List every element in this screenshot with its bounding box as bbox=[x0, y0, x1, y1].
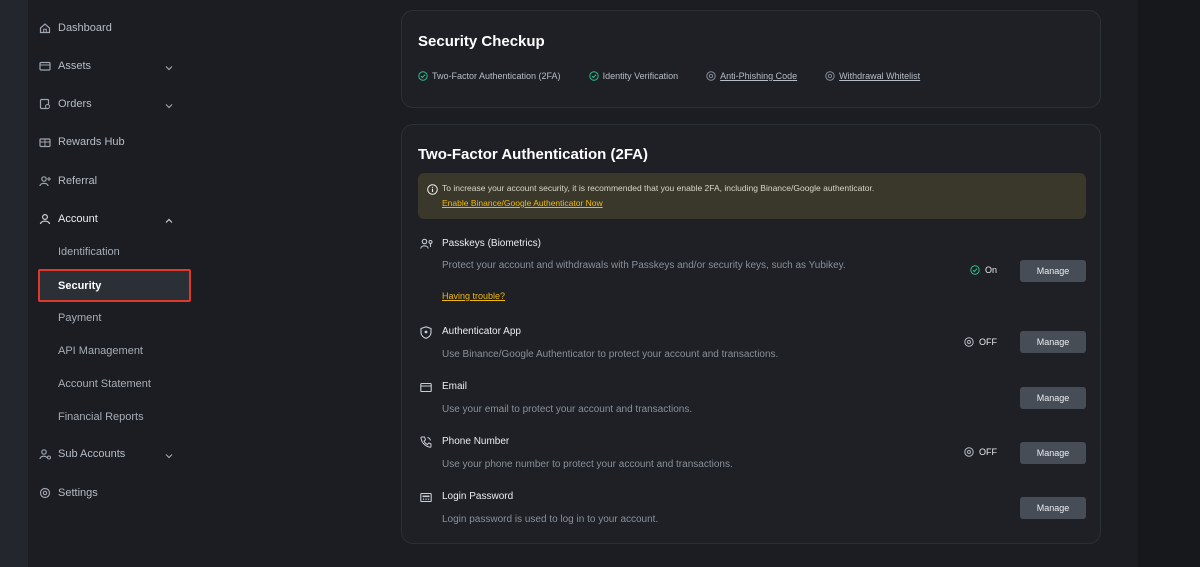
sidebar-subitem-financial-reports[interactable]: Financial Reports bbox=[58, 407, 144, 427]
row-title: Email bbox=[442, 381, 468, 392]
checkup-item-identity: Identity Verification bbox=[588, 71, 679, 81]
manage-email-button[interactable]: Manage bbox=[1020, 387, 1086, 409]
mail-icon bbox=[418, 380, 434, 394]
two-factor-card: Two-Factor Authentication (2FA) To incre… bbox=[401, 124, 1101, 544]
checkup-item-withdrawal-whitelist[interactable]: Withdrawal Whitelist bbox=[825, 71, 920, 81]
checkup-list: Two-Factor Authentication (2FA) Identity… bbox=[418, 71, 948, 81]
row-description: Login password is used to log in to your… bbox=[442, 514, 659, 525]
status-text: On bbox=[985, 265, 998, 275]
row-title: Authenticator App bbox=[442, 326, 521, 337]
off-circle-icon bbox=[964, 447, 974, 457]
checkup-item-anti-phishing[interactable]: Anti-Phishing Code bbox=[706, 71, 797, 81]
login-password-row: Login Password Login password is used to… bbox=[418, 490, 1086, 530]
sidebar-item-label: Account bbox=[58, 213, 98, 225]
sidebar-item-orders[interactable]: Orders bbox=[38, 93, 188, 115]
withdrawal-whitelist-link[interactable]: Withdrawal Whitelist bbox=[839, 71, 920, 81]
row-title: Phone Number bbox=[442, 436, 510, 447]
sidebar-item-label: Dashboard bbox=[58, 22, 112, 34]
sidebar-item-assets[interactable]: Assets bbox=[38, 55, 188, 77]
notice-text: To increase your account security, it is… bbox=[442, 183, 875, 193]
sidebar-item-settings[interactable]: Settings bbox=[38, 482, 188, 504]
two-factor-title: Two-Factor Authentication (2FA) bbox=[418, 146, 648, 163]
settings-icon bbox=[38, 486, 52, 500]
phone-number-row: Phone Number Use your phone number to pr… bbox=[418, 435, 1086, 475]
status-indicator: OFF bbox=[964, 447, 997, 457]
sidebar-item-label: Orders bbox=[58, 98, 92, 110]
row-description: Use Binance/Google Authenticator to prot… bbox=[442, 349, 779, 360]
row-description: Use your phone number to protect your ac… bbox=[442, 459, 733, 470]
orders-icon bbox=[38, 97, 52, 111]
pending-circle-icon bbox=[825, 71, 835, 81]
sidebar-item-label: Referral bbox=[58, 175, 98, 187]
chevron-down-icon[interactable] bbox=[164, 98, 174, 116]
security-checkup-card: Security Checkup Two-Factor Authenticati… bbox=[401, 10, 1101, 108]
email-row: Email Use your email to protect your acc… bbox=[418, 380, 1086, 420]
row-description: Protect your account and withdrawals wit… bbox=[442, 260, 846, 271]
sidebar-item-rewards-hub[interactable]: Rewards Hub bbox=[38, 131, 188, 153]
security-checkup-title: Security Checkup bbox=[418, 33, 545, 50]
chevron-down-icon[interactable] bbox=[164, 60, 174, 78]
sidebar: Dashboard Assets Orders Rewards Hub Refe… bbox=[28, 0, 198, 567]
authenticator-app-row: Authenticator App Use Binance/Google Aut… bbox=[418, 325, 1086, 365]
user-icon bbox=[38, 212, 52, 226]
info-icon bbox=[427, 182, 438, 200]
anti-phishing-code-link[interactable]: Anti-Phishing Code bbox=[720, 71, 797, 81]
sidebar-subitem-api-management[interactable]: API Management bbox=[58, 341, 143, 361]
off-circle-icon bbox=[964, 337, 974, 347]
sidebar-subitem-security[interactable]: Security bbox=[38, 269, 191, 302]
right-edge-strip bbox=[1138, 0, 1200, 567]
passkeys-row: Passkeys (Biometrics) Protect your accou… bbox=[418, 237, 1086, 307]
referral-icon bbox=[38, 174, 52, 188]
row-description: Use your email to protect your account a… bbox=[442, 404, 693, 415]
sidebar-item-referral[interactable]: Referral bbox=[38, 170, 188, 192]
shield-icon bbox=[418, 325, 434, 339]
phone-icon bbox=[418, 435, 434, 449]
passkey-icon bbox=[418, 237, 434, 251]
left-edge-strip bbox=[0, 0, 28, 567]
check-circle-icon bbox=[418, 71, 428, 81]
status-text: OFF bbox=[979, 447, 997, 457]
sidebar-subitem-account-statement[interactable]: Account Statement bbox=[58, 374, 151, 394]
sidebar-item-label: Assets bbox=[58, 60, 92, 72]
row-title: Passkeys (Biometrics) bbox=[442, 238, 541, 249]
chevron-up-icon[interactable] bbox=[164, 213, 174, 231]
manage-login-password-button[interactable]: Manage bbox=[1020, 497, 1086, 519]
gift-icon bbox=[38, 135, 52, 149]
sub-accounts-icon bbox=[38, 447, 52, 461]
checkup-item-label: Identity Verification bbox=[602, 71, 679, 81]
row-title: Login Password bbox=[442, 491, 514, 502]
status-indicator: OFF bbox=[964, 337, 997, 347]
check-circle-icon bbox=[588, 71, 599, 81]
sidebar-subitem-identification[interactable]: Identification bbox=[58, 242, 120, 262]
password-icon bbox=[418, 490, 434, 504]
sidebar-item-label: Rewards Hub bbox=[58, 136, 125, 148]
security-notice: To increase your account security, it is… bbox=[418, 173, 1086, 219]
sidebar-item-sub-accounts[interactable]: Sub Accounts bbox=[38, 443, 188, 465]
chevron-down-icon[interactable] bbox=[164, 448, 174, 466]
enable-authenticator-link[interactable]: Enable Binance/Google Authenticator Now bbox=[442, 198, 603, 208]
home-icon bbox=[38, 21, 52, 35]
status-indicator: On bbox=[970, 265, 997, 275]
having-trouble-link[interactable]: Having trouble? bbox=[442, 291, 505, 301]
sidebar-item-label: Sub Accounts bbox=[58, 448, 126, 460]
sidebar-subitem-payment[interactable]: Payment bbox=[58, 308, 101, 328]
checkup-item-2fa: Two-Factor Authentication (2FA) bbox=[418, 71, 561, 81]
check-circle-icon bbox=[970, 265, 980, 275]
manage-passkeys-button[interactable]: Manage bbox=[1020, 260, 1086, 282]
pending-circle-icon bbox=[706, 71, 716, 81]
wallet-icon bbox=[38, 59, 52, 73]
checkup-item-label: Two-Factor Authentication (2FA) bbox=[432, 71, 561, 81]
sidebar-item-dashboard[interactable]: Dashboard bbox=[38, 17, 188, 39]
sidebar-subitem-label: Security bbox=[58, 279, 102, 292]
sidebar-item-label: Settings bbox=[58, 487, 98, 499]
manage-phone-button[interactable]: Manage bbox=[1020, 442, 1086, 464]
status-text: OFF bbox=[979, 337, 997, 347]
manage-authenticator-button[interactable]: Manage bbox=[1020, 331, 1086, 353]
sidebar-item-account[interactable]: Account bbox=[38, 208, 188, 230]
